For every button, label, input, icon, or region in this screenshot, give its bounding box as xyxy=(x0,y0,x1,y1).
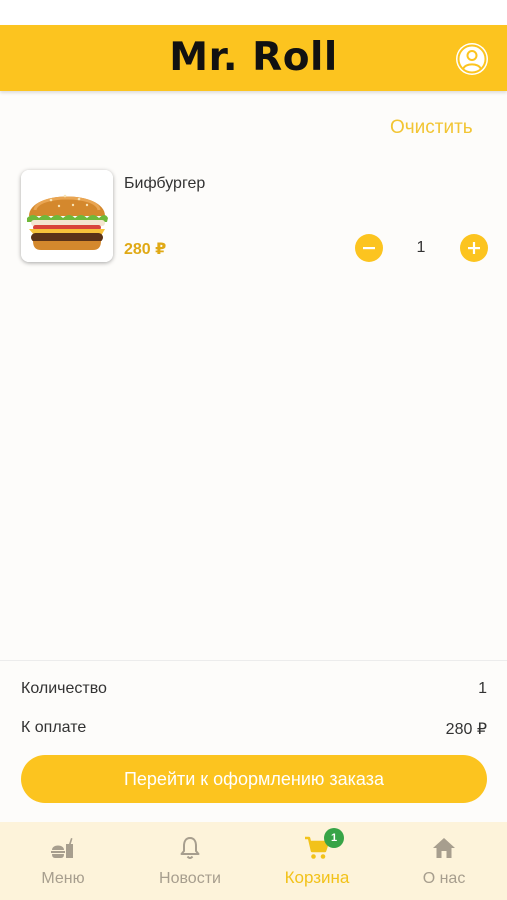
item-price: 280 ₽ xyxy=(124,241,167,258)
clear-cart-button[interactable]: Очистить xyxy=(390,117,473,139)
summary-quantity-value: 1 xyxy=(478,680,487,697)
item-name: Бифбургер xyxy=(124,175,206,192)
cart-count-badge: 1 xyxy=(324,828,344,848)
summary-total-label: К оплате xyxy=(21,719,87,736)
item-quantity: 1 xyxy=(416,239,426,256)
tab-cart-label: Корзина xyxy=(284,868,350,887)
bottom-tab-bar: Меню Новости Корзина О нас xyxy=(0,822,507,900)
burger-image xyxy=(21,170,113,262)
tab-menu[interactable]: Меню xyxy=(0,822,126,900)
profile-icon[interactable] xyxy=(455,42,489,76)
increase-quantity-button[interactable] xyxy=(460,234,488,262)
bell-icon xyxy=(180,837,200,859)
summary-total-row: К оплате 280 ₽ xyxy=(21,719,487,738)
summary-quantity-row: Количество 1 xyxy=(21,680,487,698)
app-header: Mr. Roll xyxy=(0,25,507,91)
decrease-quantity-button[interactable] xyxy=(355,234,383,262)
food-icon xyxy=(51,838,73,858)
tab-cart[interactable]: Корзина xyxy=(254,822,380,900)
summary-quantity-label: Количество xyxy=(21,680,107,697)
tab-about[interactable]: О нас xyxy=(381,822,507,900)
tab-news[interactable]: Новости xyxy=(127,822,253,900)
tab-menu-label: Меню xyxy=(41,870,85,887)
minus-icon xyxy=(363,247,375,250)
tab-about-label: О нас xyxy=(422,870,466,887)
app-logo-title: Mr. Roll xyxy=(169,35,338,80)
summary-total-value: 280 ₽ xyxy=(445,721,487,738)
tab-news-label: Новости xyxy=(159,870,221,887)
status-bar xyxy=(0,0,507,25)
summary-divider xyxy=(0,660,507,661)
cart-item: Бифбургер 280 ₽ 1 xyxy=(21,170,491,266)
checkout-button[interactable]: Перейти к оформлению заказа xyxy=(21,755,487,803)
plus-icon xyxy=(468,242,480,254)
home-icon xyxy=(433,838,455,858)
